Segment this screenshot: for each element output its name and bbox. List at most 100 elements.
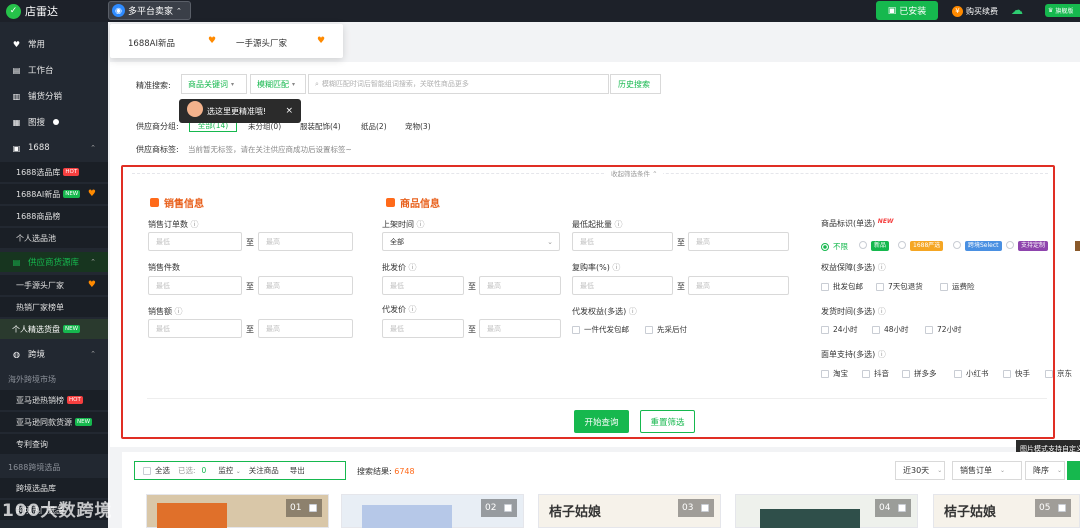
face-option-taobao[interactable]: 淘宝 <box>821 368 848 379</box>
favorite-heart-icon[interactable]: ♥ <box>88 189 96 199</box>
sales-pieces-max-input[interactable]: 最高 <box>258 276 353 295</box>
favorite-heart-icon[interactable]: ♥ <box>88 280 96 290</box>
badge-option-strict[interactable] <box>898 241 906 249</box>
installed-button[interactable]: ▣ 已安装 <box>876 1 938 20</box>
edition-badge[interactable]: ♛ 旗舰版 <box>1045 4 1080 17</box>
reset-button[interactable]: 重置筛选 <box>640 410 695 433</box>
sort-order-select[interactable]: 降序 ⌄ <box>1025 461 1065 480</box>
listing-time-select[interactable]: 全部 ⌄ <box>382 232 560 251</box>
sidebar-item-1688-ranking[interactable]: 1688商品榜 <box>0 206 108 226</box>
sidebar-item-hot-factory[interactable]: 热销厂家榜单 <box>0 297 108 317</box>
sidebar-item-patent[interactable]: 专利查询 <box>0 434 108 454</box>
badge-option-custom[interactable] <box>1006 241 1014 249</box>
cloud-icon[interactable]: ☁ <box>1011 3 1025 17</box>
checkbox[interactable] <box>645 325 653 334</box>
product-card[interactable]: 桔子姑娘 05 <box>933 494 1080 528</box>
product-card[interactable]: 04 <box>735 494 918 528</box>
sidebar-item-1688[interactable]: ▣ 1688 ⌃ <box>0 138 108 158</box>
history-search-button[interactable]: 历史搜索 <box>610 74 661 94</box>
option-one-piece-dropship[interactable]: 一件代发包邮 <box>572 324 629 335</box>
sales-orders-max-input[interactable]: 最高 <box>258 232 353 251</box>
rights-option-free-shipping[interactable]: 批发包邮 <box>821 281 863 292</box>
card-checkbox[interactable] <box>898 504 907 512</box>
wholesale-min-input[interactable]: 最低 <box>382 276 464 295</box>
tab-pet[interactable]: 宠物(3) <box>405 121 431 132</box>
ship-option-48h[interactable]: 48小时 <box>872 324 909 335</box>
dropship-max-input[interactable]: 最高 <box>479 319 561 338</box>
badge-option-new[interactable] <box>859 241 867 249</box>
sidebar-item-personal-pool[interactable]: 个人选品池 <box>0 228 108 248</box>
select-all-checkbox[interactable] <box>143 466 151 475</box>
repurchase-min-input[interactable]: 最低 <box>572 276 673 295</box>
radio[interactable] <box>859 241 867 249</box>
sidebar-item-supply-source[interactable]: ▤ 供应商货源库 ⌃ <box>0 252 108 272</box>
product-card[interactable]: 桔子姑娘 03 <box>538 494 721 528</box>
ship-option-72h[interactable]: 72小时 <box>925 324 962 335</box>
face-option-kuaishou[interactable]: 快手 <box>1003 368 1030 379</box>
card-checkbox[interactable] <box>1058 504 1067 512</box>
card-checkbox[interactable] <box>504 504 513 512</box>
checkbox[interactable] <box>572 325 580 334</box>
close-icon[interactable]: × <box>285 106 293 116</box>
sidebar-item-cross-library[interactable]: 跨境选品库 <box>0 478 108 498</box>
sales-amount-min-input[interactable]: 最低 <box>148 319 242 338</box>
radio[interactable] <box>953 241 961 249</box>
popover-link-ai-new[interactable]: 1688AI新品 <box>128 37 175 49</box>
match-select[interactable]: 模糊匹配 ▾ <box>250 74 306 94</box>
rights-option-7day-return[interactable]: 7天包退货 <box>876 281 923 292</box>
sidebar-item-amazon-hot[interactable]: 亚马逊热销榜 HOT <box>0 390 108 410</box>
tab-apparel[interactable]: 服装配饰(4) <box>300 121 341 132</box>
popover-link-factory[interactable]: 一手源头厂家 <box>236 37 287 49</box>
view-toggle-button[interactable] <box>1067 461 1080 480</box>
sort-period-select[interactable]: 近30天 ⌄ <box>895 461 945 480</box>
ship-option-24h[interactable]: 24小时 <box>821 324 858 335</box>
product-card[interactable]: 02 <box>341 494 524 528</box>
sidebar-item-1688-library[interactable]: 1688选品库 HOT <box>0 162 108 182</box>
sidebar-item-source-factory[interactable]: 一手源头厂家 ♥ <box>0 275 108 295</box>
sidebar-item-image-search[interactable]: ▦ 图搜 <box>0 112 108 132</box>
monitor-button[interactable]: 监控 ⌄ <box>218 465 240 476</box>
badge-option-any[interactable]: 不限 <box>821 241 848 252</box>
rights-option-freight-insurance[interactable]: 运费险 <box>940 281 975 292</box>
min-batch-max-input[interactable]: 最高 <box>688 232 789 251</box>
sidebar-item-amazon-source[interactable]: 亚马逊同款货源 NEW <box>0 412 108 432</box>
sales-pieces-min-input[interactable]: 最低 <box>148 276 242 295</box>
select-all-label[interactable]: 全选 <box>155 465 170 476</box>
app-logo[interactable]: ✓ 店雷达 <box>6 2 58 20</box>
renew-button[interactable]: ¥ 购买续费 <box>952 3 998 19</box>
face-option-xiaohongshu[interactable]: 小红书 <box>954 368 989 379</box>
collapse-filter-toggle[interactable]: 收起筛选条件 ⌃ <box>606 168 663 178</box>
radio[interactable] <box>821 242 829 251</box>
face-option-douyin[interactable]: 抖音 <box>862 368 889 379</box>
option-buy-now-pay-later[interactable]: 先采后付 <box>645 324 687 335</box>
search-input[interactable]: ⌕ 模糊匹配时词后智能组词搜索，关联性商品更多 <box>308 74 609 94</box>
dropship-min-input[interactable]: 最低 <box>382 319 464 338</box>
face-option-jd[interactable]: 京东 <box>1045 368 1072 379</box>
follow-button[interactable]: 关注商品 <box>249 465 279 476</box>
sidebar-item-distribution[interactable]: ▥ 铺货分销 <box>0 86 108 106</box>
badge-option-select[interactable] <box>953 241 961 249</box>
platform-switcher[interactable]: ◉ 多平台卖家 ⌃ <box>108 1 191 20</box>
wholesale-max-input[interactable]: 最高 <box>479 276 561 295</box>
card-checkbox[interactable] <box>701 504 710 512</box>
repurchase-max-input[interactable]: 最高 <box>688 276 789 295</box>
min-batch-min-input[interactable]: 最低 <box>572 232 673 251</box>
sidebar-item-1688-ai-new[interactable]: 1688AI新品 NEW ♥ <box>0 184 108 204</box>
sort-field-select[interactable]: 销售订单 ⌄ <box>952 461 1022 480</box>
sidebar-item-personal-pick[interactable]: 个人精选货盘 NEW <box>0 319 108 339</box>
keyword-select[interactable]: 商品关键词 ▾ <box>181 74 247 94</box>
heart-icon[interactable]: ♥ <box>317 36 325 46</box>
heart-icon[interactable]: ♥ <box>208 36 216 46</box>
face-option-pinduoduo[interactable]: 拼多多 <box>902 368 937 379</box>
sidebar-item-workbench[interactable]: ▤ 工作台 <box>0 60 108 80</box>
product-card[interactable]: 01 <box>146 494 329 528</box>
sales-amount-max-input[interactable]: 最高 <box>258 319 353 338</box>
sales-orders-min-input[interactable]: 最低 <box>148 232 242 251</box>
card-checkbox[interactable] <box>309 504 318 512</box>
search-button[interactable]: 开始查询 <box>574 410 629 433</box>
radio[interactable] <box>1006 241 1014 249</box>
sidebar-item-favorites[interactable]: ♥ 常用 <box>0 34 108 54</box>
tab-paper[interactable]: 纸品(2) <box>361 121 387 132</box>
sidebar-item-cross-border[interactable]: ◍ 跨境 ⌃ <box>0 344 108 364</box>
export-button[interactable]: 导出 <box>290 465 305 476</box>
